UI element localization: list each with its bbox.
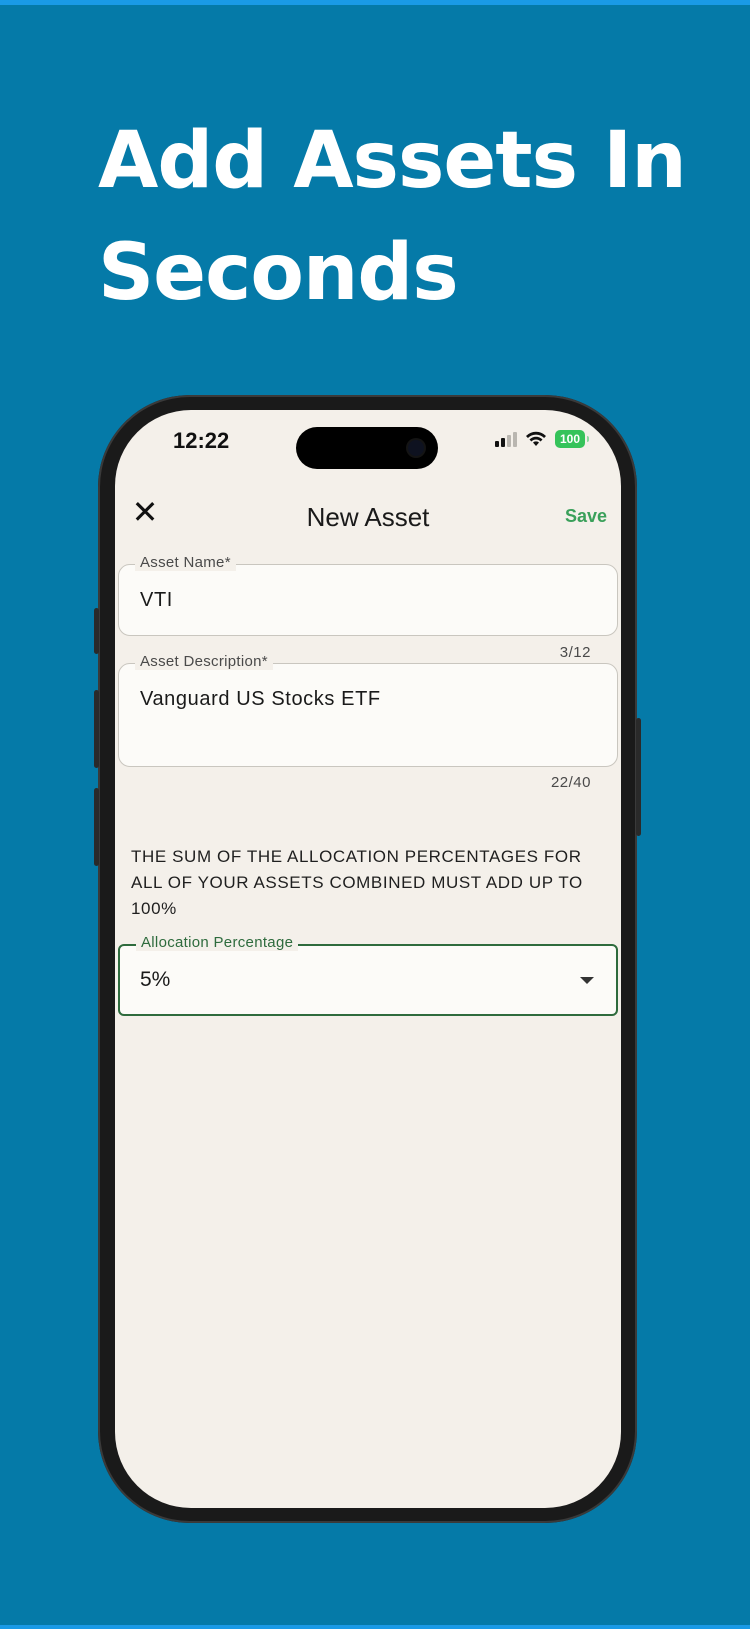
allocation-percentage-select[interactable]: Allocation Percentage 5% — [118, 934, 618, 1016]
save-button[interactable]: Save — [565, 506, 607, 527]
asset-name-label: Asset Name* — [135, 554, 236, 571]
cellular-signal-icon — [494, 431, 517, 447]
phone-volume-up — [94, 690, 99, 768]
headline-line-1: Add Assets In — [98, 116, 687, 206]
top-strip — [0, 0, 750, 5]
battery-icon: 100 — [554, 430, 590, 448]
allocation-percentage-value: 5% — [140, 968, 171, 991]
allocation-percentage-label: Allocation Percentage — [136, 934, 299, 951]
dynamic-island — [296, 427, 438, 469]
asset-description-field[interactable]: Asset Description* Vanguard US Stocks ET… — [118, 653, 618, 767]
asset-name-counter: 3/12 — [559, 644, 591, 661]
headline-line-2: Seconds — [98, 228, 459, 318]
asset-description-counter: 22/40 — [550, 774, 591, 791]
phone-side-button — [94, 608, 99, 654]
wifi-icon — [525, 431, 546, 446]
dropdown-arrow-icon[interactable] — [580, 977, 594, 984]
asset-name-input[interactable]: VTI — [140, 589, 173, 612]
status-indicators: 100 — [494, 430, 590, 448]
allocation-note: THE SUM OF THE ALLOCATION PERCENTAGES FO… — [131, 847, 583, 918]
phone-power-button — [636, 718, 641, 836]
page-headline: Add Assets In Seconds — [98, 105, 718, 329]
asset-description-input[interactable]: Vanguard US Stocks ETF — [140, 688, 381, 711]
status-time: 12:22 — [173, 428, 230, 453]
asset-description-label: Asset Description* — [135, 653, 273, 670]
phone-volume-down — [94, 788, 99, 866]
bottom-strip — [0, 1625, 750, 1629]
page-title: New Asset — [306, 502, 430, 532]
asset-name-field[interactable]: Asset Name* VTI — [118, 554, 618, 636]
phone-screen: 12:22 100 ✕ New Asset Save Asset Name* V… — [115, 410, 621, 1508]
camera-icon — [408, 440, 424, 456]
